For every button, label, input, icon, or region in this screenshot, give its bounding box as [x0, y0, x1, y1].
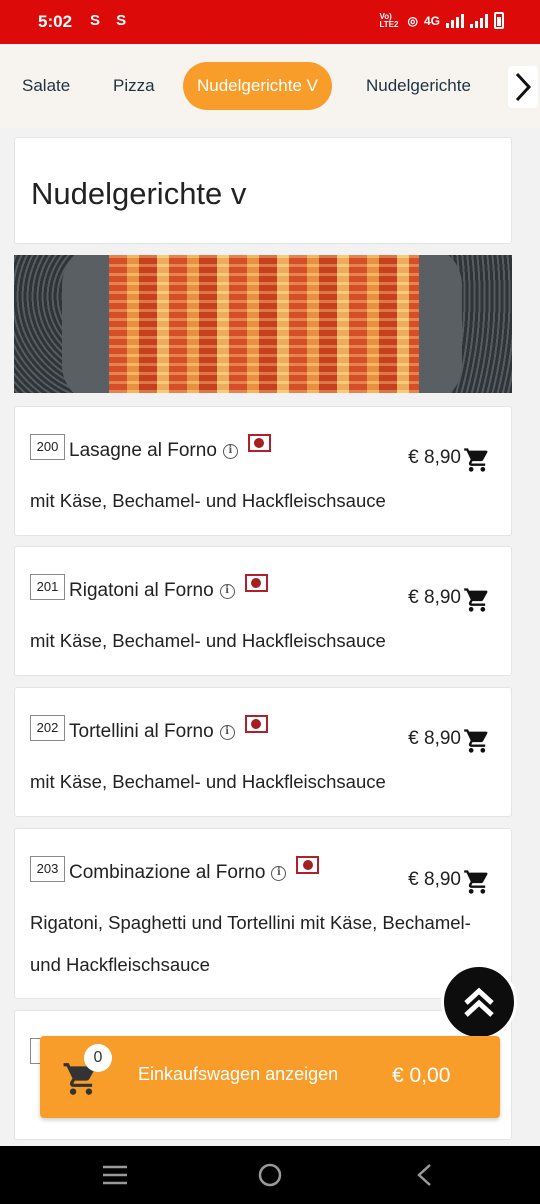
item-number: 200 [30, 434, 65, 460]
add-to-cart-icon[interactable] [463, 586, 491, 614]
recent-apps-icon[interactable] [100, 1162, 130, 1188]
menu-item[interactable]: 203 Combinazione al Forno i € 8,90 Rigat… [14, 828, 512, 999]
item-name: Lasagne al Forno [69, 440, 217, 461]
view-cart-button[interactable]: 0 Einkaufswagen anzeigen € 0,00 [40, 1036, 500, 1118]
home-icon[interactable] [255, 1162, 285, 1188]
info-icon[interactable]: i [219, 724, 235, 740]
item-name-row: Rigatoni al Forno i [69, 574, 268, 602]
info-icon[interactable]: i [222, 443, 238, 459]
network-type-label: 4G [423, 13, 440, 28]
signal-icon-2 [470, 13, 488, 28]
item-name-row: Tortellini al Forno i [69, 715, 268, 743]
scroll-top-button[interactable] [441, 964, 517, 1040]
section-header-card: Nudelgerichte v [14, 137, 512, 244]
tabs-next-button[interactable] [508, 66, 538, 108]
menu-item[interactable]: 200 Lasagne al Forno i € 8,90 mit Käse, … [14, 406, 512, 536]
status-bar: 5:02 S S Vo) LTE2 ◎ 4G [0, 0, 540, 44]
item-name-row: Lasagne al Forno i [69, 434, 271, 462]
section-title: Nudelgerichte v [31, 176, 247, 211]
chevron-right-icon [515, 72, 532, 102]
cart-count-badge: 0 [84, 1044, 112, 1072]
hotspot-icon: ◎ [407, 13, 418, 28]
menu-item[interactable]: 202 Tortellini al Forno i € 8,90 mit Käs… [14, 687, 512, 817]
item-name-row: Combinazione al Forno i [69, 856, 320, 884]
item-description: mit Käse, Bechamel- und Hackfleischsauce [30, 630, 386, 651]
cart-label: Einkaufswagen anzeigen [138, 1064, 339, 1084]
info-icon[interactable]: i [219, 583, 235, 599]
double-chevron-up-icon [464, 987, 494, 1017]
add-to-cart-icon[interactable] [463, 868, 491, 896]
item-description: Rigatoni, Spaghetti und Tortellini mit K… [30, 912, 471, 975]
item-price: € 8,90 [408, 447, 461, 468]
item-price: € 8,90 [408, 728, 461, 749]
section-image [14, 255, 512, 393]
item-description: mit Käse, Bechamel- und Hackfleischsauce [30, 771, 386, 792]
add-to-cart-icon[interactable] [463, 727, 491, 755]
cart-total: € 0,00 [392, 1064, 451, 1087]
item-number: 203 [30, 856, 65, 882]
item-number: 201 [30, 574, 65, 600]
item-name: Tortellini al Forno [69, 721, 214, 742]
japan-flag-icon [247, 434, 271, 452]
item-price: € 8,90 [408, 587, 461, 608]
item-name: Combinazione al Forno [69, 862, 266, 883]
back-icon[interactable] [410, 1162, 440, 1188]
japan-flag-icon [244, 574, 268, 592]
add-to-cart-icon[interactable] [463, 446, 491, 474]
status-right: Vo) LTE2 ◎ 4G [379, 11, 504, 29]
item-description: mit Käse, Bechamel- und Hackfleischsauce [30, 490, 386, 511]
tab-salate[interactable]: Salate [22, 62, 70, 110]
menu-item[interactable]: 201 Rigatoni al Forno i € 8,90 mit Käse,… [14, 546, 512, 676]
system-nav-bar [0, 1146, 540, 1204]
info-icon[interactable]: i [271, 865, 287, 881]
status-time: 5:02 [38, 12, 73, 31]
item-number: 202 [30, 715, 65, 741]
tab-nudelgerichte[interactable]: Nudelgerichte [366, 62, 471, 110]
item-price: € 8,90 [408, 869, 461, 890]
japan-flag-icon [244, 715, 268, 733]
notification-icons: S S [90, 12, 133, 29]
category-tabs: Salate Pizza Nudelgerichte V Nudelgerich… [0, 44, 540, 128]
tab-nudelgerichte-v[interactable]: Nudelgerichte V [183, 62, 332, 110]
japan-flag-icon [296, 856, 320, 874]
signal-icon [446, 13, 464, 28]
tab-pizza[interactable]: Pizza [113, 62, 155, 110]
battery-icon [494, 12, 504, 29]
item-name: Rigatoni al Forno [69, 580, 214, 601]
volte-label: Vo) LTE2 [379, 11, 399, 29]
